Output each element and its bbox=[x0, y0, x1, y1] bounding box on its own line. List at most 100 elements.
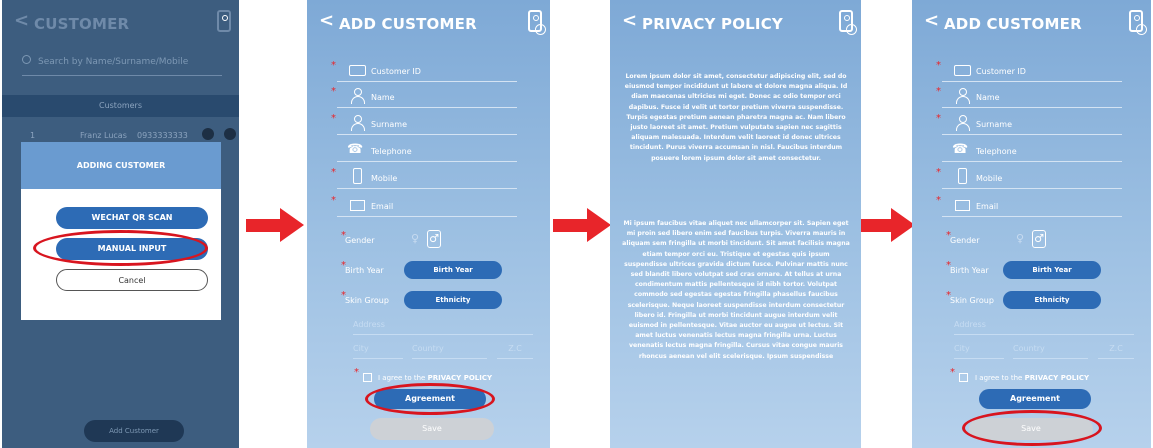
address-field[interactable]: Address bbox=[954, 320, 1134, 335]
mobile-field[interactable]: * Mobile bbox=[331, 167, 517, 189]
required-mark: * bbox=[936, 167, 941, 178]
agree-checkbox[interactable] bbox=[363, 373, 372, 382]
back-arrow-icon[interactable]: < bbox=[622, 10, 637, 31]
header: < PRIVACY POLICY bbox=[610, 0, 861, 48]
city-field[interactable]: City bbox=[954, 344, 1004, 359]
highlight-ring bbox=[33, 230, 208, 266]
page-title: ADD CUSTOMER bbox=[339, 15, 477, 33]
header: < CUSTOMER bbox=[2, 0, 239, 48]
mobile-icon bbox=[958, 168, 967, 184]
mail-icon bbox=[955, 200, 970, 211]
mobile-field[interactable]: * Mobile bbox=[936, 167, 1122, 189]
customer-id-label: Customer ID bbox=[976, 67, 1026, 76]
required-mark: * bbox=[950, 367, 955, 378]
required-mark: * bbox=[331, 195, 336, 206]
male-icon[interactable]: ♂ bbox=[1032, 230, 1046, 248]
email-label: Email bbox=[371, 202, 394, 211]
page-title: ADD CUSTOMER bbox=[944, 15, 1082, 33]
header: < ADD CUSTOMER bbox=[912, 0, 1151, 48]
zip-code-field[interactable]: Z.C bbox=[1098, 344, 1134, 359]
highlight-ring bbox=[365, 383, 495, 415]
required-mark: * bbox=[331, 60, 336, 71]
customer-id-field[interactable]: * Customer ID bbox=[331, 60, 517, 82]
mobile-icon bbox=[353, 168, 362, 184]
required-mark: * bbox=[331, 86, 336, 97]
edit-icon[interactable] bbox=[202, 128, 214, 140]
dialog-title: ADDING CUSTOMER bbox=[21, 142, 221, 189]
add-customer-screen: < ADD CUSTOMER * Customer ID * Name * Su… bbox=[307, 0, 550, 448]
row-number: 1 bbox=[30, 131, 36, 140]
female-icon[interactable]: ♀ bbox=[1013, 230, 1027, 248]
customer-id-label: Customer ID bbox=[371, 67, 421, 76]
tab-customers[interactable]: Customers bbox=[2, 95, 239, 117]
email-label: Email bbox=[976, 202, 999, 211]
name-field[interactable]: * Name bbox=[331, 86, 517, 108]
back-arrow-icon[interactable]: < bbox=[319, 10, 334, 31]
name-label: Name bbox=[371, 93, 395, 102]
back-arrow-icon[interactable]: < bbox=[14, 10, 29, 31]
skin-group-label: Skin Group bbox=[950, 296, 994, 305]
id-card-icon bbox=[349, 65, 366, 76]
user-icon bbox=[350, 88, 366, 104]
wechat-qr-scan-button[interactable]: WECHAT QR SCAN bbox=[56, 207, 208, 229]
surname-field[interactable]: * Surname bbox=[936, 113, 1122, 135]
add-customer-screen-agreed: < ADD CUSTOMER * Customer ID * Name * Su… bbox=[912, 0, 1151, 448]
agree-text[interactable]: I agree to the PRIVACY POLICY bbox=[975, 374, 1089, 382]
header: < ADD CUSTOMER bbox=[307, 0, 550, 48]
cancel-button[interactable]: Cancel bbox=[56, 269, 208, 291]
agree-text[interactable]: I agree to the PRIVACY POLICY bbox=[378, 374, 492, 382]
ethnicity-button[interactable]: Ethnicity bbox=[1003, 291, 1101, 309]
telephone-field[interactable]: ☎ Telephone bbox=[942, 140, 1122, 162]
add-customer-button[interactable]: Add Customer bbox=[84, 420, 184, 442]
required-mark: * bbox=[936, 195, 941, 206]
ethnicity-button[interactable]: Ethnicity bbox=[404, 291, 502, 309]
back-arrow-icon[interactable]: < bbox=[924, 10, 939, 31]
mobile-label: Mobile bbox=[371, 174, 398, 183]
country-field[interactable]: Country bbox=[412, 344, 487, 359]
zip-code-field[interactable]: Z.C bbox=[497, 344, 533, 359]
name-label: Name bbox=[976, 93, 1000, 102]
policy-paragraph-1: Lorem ipsum dolor sit amet, consectetur … bbox=[624, 73, 848, 162]
agreement-button[interactable]: Agreement bbox=[979, 389, 1091, 409]
required-mark: * bbox=[936, 86, 941, 97]
female-icon[interactable]: ♀ bbox=[408, 230, 422, 248]
user-icon bbox=[955, 88, 971, 104]
male-icon[interactable]: ♂ bbox=[427, 230, 441, 248]
name-field[interactable]: * Name bbox=[936, 86, 1122, 108]
check-icon bbox=[846, 24, 857, 35]
required-mark: * bbox=[331, 113, 336, 124]
table-row[interactable]: 1 Franz Lucas 0933333333 bbox=[2, 122, 239, 144]
surname-label: Surname bbox=[371, 120, 407, 129]
more-icon[interactable] bbox=[224, 128, 236, 140]
customer-id-field[interactable]: * Customer ID bbox=[936, 60, 1122, 82]
clipboard-icon[interactable] bbox=[217, 10, 231, 32]
privacy-policy-link[interactable]: PRIVACY POLICY bbox=[1025, 374, 1089, 382]
city-field[interactable]: City bbox=[353, 344, 403, 359]
privacy-policy-screen: < PRIVACY POLICY Lorem ipsum dolor sit a… bbox=[610, 0, 861, 448]
agree-checkbox[interactable] bbox=[959, 373, 968, 382]
telephone-icon: ☎ bbox=[347, 142, 364, 157]
telephone-field[interactable]: ☎ Telephone bbox=[337, 140, 517, 162]
required-mark: * bbox=[354, 367, 359, 378]
privacy-policy-link[interactable]: PRIVACY POLICY bbox=[428, 374, 492, 382]
page-title: CUSTOMER bbox=[34, 15, 130, 33]
check-icon bbox=[1136, 24, 1147, 35]
birth-year-label: Birth Year bbox=[950, 266, 989, 275]
country-field[interactable]: Country bbox=[1013, 344, 1088, 359]
email-field[interactable]: * Email bbox=[936, 195, 1122, 217]
save-button[interactable]: Save bbox=[370, 418, 494, 440]
highlight-ring bbox=[962, 410, 1102, 446]
address-field[interactable]: Address bbox=[353, 320, 533, 335]
birth-year-button[interactable]: Birth Year bbox=[404, 261, 502, 279]
surname-field[interactable]: * Surname bbox=[331, 113, 517, 135]
required-mark: * bbox=[936, 60, 941, 71]
required-mark: * bbox=[331, 167, 336, 178]
birth-year-label: Birth Year bbox=[345, 266, 384, 275]
search-input[interactable]: Search by Name/Surname/Mobile bbox=[22, 52, 222, 76]
skin-group-label: Skin Group bbox=[345, 296, 389, 305]
birth-year-button[interactable]: Birth Year bbox=[1003, 261, 1101, 279]
surname-label: Surname bbox=[976, 120, 1012, 129]
gender-label: Gender bbox=[345, 236, 375, 245]
email-field[interactable]: * Email bbox=[331, 195, 517, 217]
gender-label: Gender bbox=[950, 236, 980, 245]
